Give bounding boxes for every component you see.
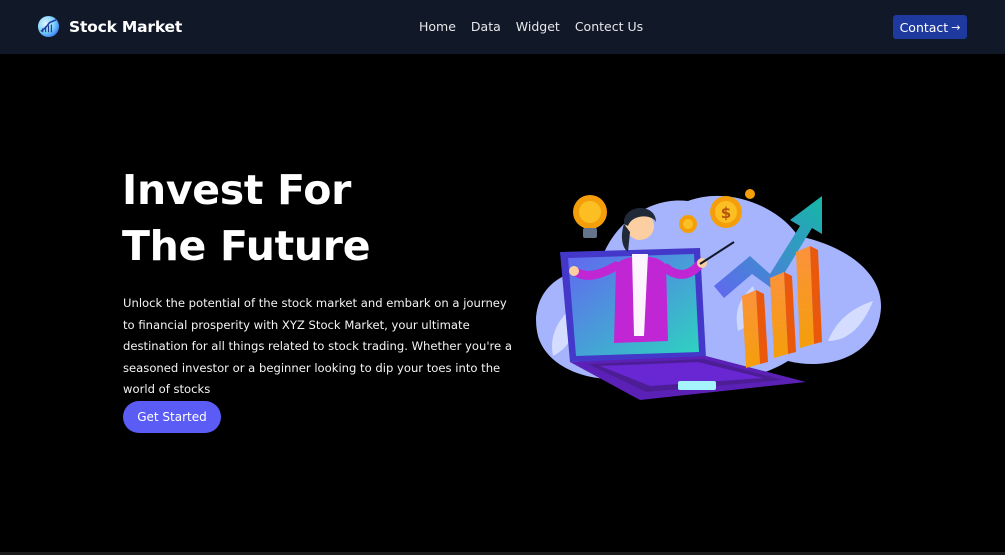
nav-link-contact-us[interactable]: Contect Us (575, 19, 643, 34)
brand[interactable]: Stock Market (37, 15, 182, 38)
hero-title-line-1: Invest For (122, 166, 351, 214)
nav-links: Home Data Widget Contect Us (419, 19, 643, 34)
investor-laptop-chart-illustration: $ (536, 189, 882, 400)
contact-button-label: Contact (899, 19, 949, 35)
hero-title: Invest For The Future (122, 162, 482, 274)
nav-link-widget[interactable]: Widget (516, 19, 560, 34)
hero-title-line-2: The Future (122, 222, 371, 270)
hero-description: Unlock the potential of the stock market… (123, 296, 512, 396)
contact-button[interactable]: Contact → (893, 15, 967, 39)
globe-logo-icon (37, 15, 60, 38)
arrow-right-icon: → (951, 20, 961, 34)
nav-link-data[interactable]: Data (471, 19, 501, 34)
nav-link-home[interactable]: Home (419, 19, 456, 34)
svg-text:$: $ (721, 204, 731, 222)
brand-name: Stock Market (69, 17, 183, 36)
get-started-button[interactable]: Get Started (123, 401, 221, 433)
top-navbar: Stock Market Home Data Widget Contect Us… (0, 0, 1005, 54)
